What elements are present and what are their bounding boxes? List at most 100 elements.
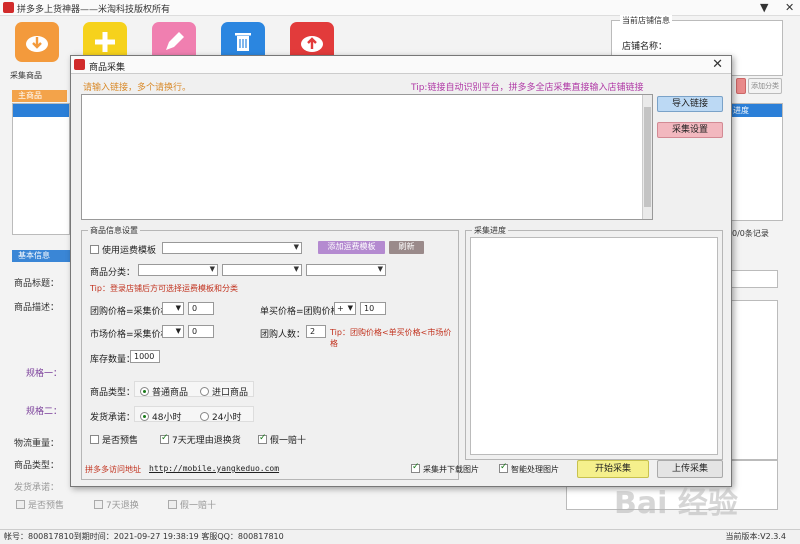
presale-option[interactable]: 是否预售 [16,498,64,511]
collect-dialog: 商品采集 ✕ 请输入链接，多个请换行。 Tip:链接自动识别平台，拼多多全店采集… [70,55,732,487]
single-price-operator[interactable]: + ▼ [334,302,356,315]
scrollbar-thumb[interactable] [644,107,651,207]
app-titlebar: 拼多多上货神器——米淘科技版权所有 ▼ ✕ [0,0,800,16]
account-info: 帐号：800817810到期时间：2021-09-27 19:38:19 客服Q… [4,532,284,541]
right-field-b[interactable] [728,300,778,460]
ship-48h-radio[interactable] [140,412,149,421]
category-select-1[interactable]: ▼ [138,264,218,276]
app-title: 拼多多上货神器——米淘科技版权所有 [17,5,171,15]
use-template-option[interactable]: 使用运费模板 [90,243,156,256]
right-field-a[interactable] [728,270,778,288]
fake10-checkbox[interactable] [168,500,177,509]
return7-option[interactable]: 7天退换 [94,498,139,511]
fake10-checkbox[interactable] [258,433,267,444]
version-text: 当前版本:V2.3.4 [725,532,786,541]
fake10-option[interactable]: 假一赔十 [258,433,306,446]
download-images-checkbox[interactable] [411,462,420,473]
presale-option-label: 是否预售 [28,501,65,511]
dialog-title: 商品采集 [89,63,126,73]
presale-checkbox[interactable] [90,435,99,444]
dialog-logo-icon [74,59,85,70]
ship-48h-option[interactable]: 48小时 [140,410,181,423]
app-logo-icon [3,2,14,13]
import-links-button[interactable]: 导入链接 [657,96,723,112]
return7-option[interactable]: 7天无理由退换货 [160,433,241,446]
return7-checkbox[interactable] [160,433,169,444]
fake10-option[interactable]: 假一赔十 [168,498,216,511]
goods-type-import-option[interactable]: 进口商品 [200,385,248,398]
baidu-watermark: Bai 经验 [614,486,738,521]
chevron-down-icon: ▼ [175,304,181,312]
stock-label: 库存数量： [90,355,136,365]
link-input[interactable] [81,94,653,220]
price-tip: Tip：团购价格<单买价格<市场价格 [330,328,452,348]
category-select-2[interactable]: ▼ [222,264,302,276]
chevron-down-icon: ▼ [209,265,215,273]
group-price-label: 团购价格=采集价格 [90,307,170,317]
goods-type-label: 商品类型： [14,461,60,471]
chevron-down-icon: ▼ [377,265,383,273]
goods-type-import-radio[interactable] [200,387,209,396]
ship-promise-label: 发货承诺： [90,413,136,423]
presale-option[interactable]: 是否预售 [90,433,138,446]
stock-input[interactable]: 1000 [130,350,160,363]
pdd-url-link[interactable]: http://mobile.yangkeduo.com [149,464,279,473]
plus-icon [95,32,115,52]
tab-main-goods[interactable]: 主商品 [12,90,67,102]
collect-progress-log[interactable] [470,237,718,455]
collect-progress-group: 采集进度 [465,225,723,460]
category-select-3[interactable]: ▼ [306,264,386,276]
freight-template-select[interactable]: ▼ [162,242,302,254]
link-hint: 请输入链接，多个请换行。 [83,83,192,93]
collect-goods-button[interactable] [15,22,59,62]
spec1-label: 规格一： [26,369,63,379]
market-price-input[interactable]: 0 [188,325,214,338]
store-side-red-button[interactable] [736,78,746,94]
return7-checkbox[interactable] [94,500,103,509]
download-images-option[interactable]: 采集并下载图片 [411,462,479,475]
presale-checkbox[interactable] [16,500,25,509]
collect-progress-legend: 采集进度 [472,225,508,236]
cloud-download-icon [26,36,48,52]
add-category-button[interactable]: 添加分类 [748,78,782,94]
add-freight-template-button[interactable]: 添加运费模板 [318,241,385,254]
use-template-checkbox[interactable] [90,245,99,254]
close-app-button[interactable]: ✕ [785,1,794,14]
dialog-titlebar: 商品采集 ✕ [71,56,731,74]
chevron-down-icon: ▼ [293,243,299,251]
ship-48h-label: 48小时 [152,413,182,423]
goods-type-normal-option[interactable]: 普通商品 [140,385,188,398]
dialog-close-icon[interactable]: ✕ [712,57,723,72]
collect-settings-button[interactable]: 采集设置 [657,122,723,138]
ship-24h-radio[interactable] [200,412,209,421]
weight-label: 物流重量： [14,439,60,449]
progress-list-header: 进度 [729,104,782,117]
chevron-down-icon: ▼ [293,265,299,273]
group-count-input[interactable]: 2 [306,325,326,338]
ship-24h-label: 24小时 [212,413,242,423]
ship-24h-option[interactable]: 24小时 [200,410,241,423]
group-price-input[interactable]: 0 [188,302,214,315]
fake10-label: 假一赔十 [270,436,307,446]
start-collect-button[interactable]: 开始采集 [577,460,649,478]
tab-basic-info[interactable]: 基本信息 [12,250,70,262]
link-input-scrollbar[interactable] [642,95,652,219]
record-count: 0/0条记录 [732,229,769,238]
use-template-label: 使用运费模板 [102,246,157,256]
goods-desc-label: 商品描述： [14,303,60,313]
link-tip: Tip:链接自动识别平台，拼多多全店采集直接输入店铺链接 [411,83,644,93]
goods-type-normal-radio[interactable] [140,387,149,396]
return7-option-label: 7天退换 [106,501,139,511]
single-price-operator-value: + [337,304,344,313]
smart-images-checkbox[interactable] [499,462,508,473]
group-price-operator[interactable]: ▼ [162,302,184,315]
minimize-button[interactable]: ▼ [760,1,768,14]
goods-list[interactable] [12,103,70,235]
progress-list[interactable]: 进度 [728,103,783,221]
smart-images-option[interactable]: 智能处理图片 [499,462,559,475]
single-price-label: 单买价格=团购价格 [260,307,340,317]
refresh-button[interactable]: 刷新 [389,241,424,254]
upload-collect-button[interactable]: 上传采集 [657,460,723,478]
market-price-operator[interactable]: ▼ [162,325,184,338]
single-price-input[interactable]: 10 [360,302,386,315]
